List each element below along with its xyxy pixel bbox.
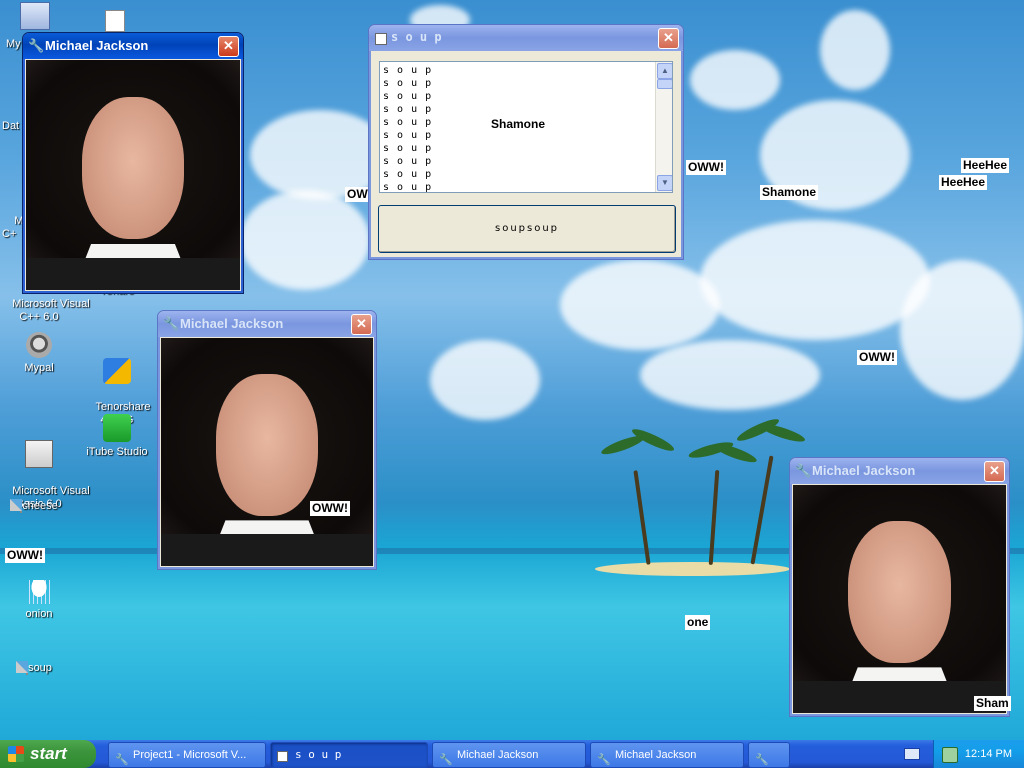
- form-icon: [375, 33, 387, 45]
- titlebar[interactable]: 🔧 Michael Jackson ✕: [23, 33, 243, 59]
- photo: [793, 485, 1006, 713]
- window-title: Michael Jackson: [812, 463, 916, 478]
- oww-label[interactable]: OWW!: [686, 160, 726, 175]
- taskbar-item-michael-jackson-2[interactable]: 🔧 Michael Jackson: [590, 742, 744, 768]
- oww-label[interactable]: OWW!: [310, 501, 350, 516]
- one-label[interactable]: one: [685, 615, 711, 630]
- taskbar-item-michael-jackson-3[interactable]: 🔧: [748, 742, 790, 768]
- vb-icon: [25, 440, 53, 468]
- vb-form-icon: 🔧: [163, 316, 180, 331]
- taskbar-item-soup[interactable]: s o u p: [270, 742, 428, 768]
- window-michael-jackson-2[interactable]: 🔧 Michael Jackson ✕ OWW!: [157, 310, 377, 570]
- desktop-icon-micro[interactable]: Micro C+: [2, 202, 41, 254]
- listbox-scrollbar[interactable]: ▲ ▼: [655, 62, 672, 192]
- close-button[interactable]: ✕: [351, 314, 372, 335]
- window-soup[interactable]: s o u p ✕ s o u p s o u p s o u p s o u …: [368, 24, 684, 260]
- document-icon: [26, 661, 29, 675]
- titlebar[interactable]: 🔧 Michael Jackson ✕: [158, 311, 376, 337]
- document-icon: [105, 10, 125, 32]
- heehee-label[interactable]: HeeHee: [939, 175, 988, 190]
- form-icon: [277, 751, 288, 762]
- vb-form-icon: 🔧: [28, 38, 45, 53]
- clock[interactable]: 12:14 PM: [965, 740, 1012, 768]
- list-item[interactable]: s o u p: [383, 77, 432, 90]
- list-item[interactable]: s o u p: [383, 64, 432, 77]
- window-title: s o u p: [391, 30, 442, 44]
- start-button[interactable]: start: [0, 740, 96, 768]
- desktop-icon-mypal[interactable]: Mypal: [2, 332, 76, 375]
- oww-label[interactable]: OWW!: [5, 548, 45, 563]
- desktop-icon-soup[interactable]: soup: [2, 661, 76, 675]
- vb-form-icon: 🔧: [597, 754, 611, 766]
- raccoon-icon: [26, 332, 52, 358]
- soupsoup-button[interactable]: soupsoup: [378, 205, 676, 253]
- scroll-thumb[interactable]: [657, 79, 672, 89]
- heehee-label[interactable]: HeeHee: [961, 158, 1010, 173]
- desktop-icon-itube[interactable]: iTube Studio: [80, 414, 154, 459]
- island: [595, 562, 790, 576]
- desktop-icon-cheese[interactable]: cheese: [2, 499, 76, 513]
- vb-form-icon: 🔧: [755, 754, 769, 766]
- shamone-label[interactable]: Shamone: [760, 185, 819, 200]
- window-title: Michael Jackson: [45, 38, 149, 53]
- taskbar: start 🔧 Project1 - Microsoft V... s o u …: [0, 740, 1024, 768]
- taskbar-item-michael-jackson-1[interactable]: 🔧 Michael Jackson: [432, 742, 586, 768]
- titlebar[interactable]: 🔧 Michael Jackson ✕: [790, 458, 1009, 484]
- list-item[interactable]: s o u p: [383, 168, 432, 181]
- list-item[interactable]: s o u p: [383, 129, 432, 142]
- vb-form-icon: 🔧: [439, 754, 453, 766]
- list-item[interactable]: s o u p: [383, 116, 432, 129]
- taskbar-item-project1[interactable]: 🔧 Project1 - Microsoft V...: [108, 742, 266, 768]
- desktop-icon-folder[interactable]: [90, 2, 140, 32]
- desktop-icon-dat[interactable]: Dat: [2, 120, 24, 133]
- vb-icon: 🔧: [115, 754, 129, 766]
- window-michael-jackson-3[interactable]: 🔧 Michael Jackson ✕ Sham: [789, 457, 1011, 717]
- scroll-up-icon[interactable]: ▲: [657, 63, 672, 79]
- list-item[interactable]: s o u p: [383, 90, 432, 103]
- list-item[interactable]: s o u p: [383, 155, 432, 168]
- tenorshare-icon: [103, 358, 131, 384]
- list-item[interactable]: s o u p: [383, 103, 432, 116]
- close-button[interactable]: ✕: [984, 461, 1005, 482]
- system-tray: 12:14 PM: [933, 740, 1024, 768]
- keyboard-icon[interactable]: [904, 748, 920, 760]
- list-item[interactable]: s o u p: [383, 181, 432, 192]
- oww-label[interactable]: OWW!: [857, 350, 897, 365]
- computer-icon: [20, 2, 50, 30]
- network-icon[interactable]: [942, 747, 958, 763]
- close-button[interactable]: ✕: [658, 28, 679, 49]
- list-item[interactable]: s o u p: [383, 142, 432, 155]
- window-title: Michael Jackson: [180, 316, 284, 331]
- download-icon: [103, 414, 131, 442]
- list-items: s o u p s o u p s o u p s o u p s o u p …: [383, 64, 432, 192]
- desktop-icon-onion[interactable]: onion: [2, 580, 76, 621]
- vb-form-icon: 🔧: [795, 463, 812, 478]
- titlebar[interactable]: s o u p ✕: [369, 25, 683, 51]
- windows-flag-icon: [8, 746, 24, 762]
- rain-cloud-icon: [26, 580, 52, 604]
- close-button[interactable]: ✕: [218, 36, 239, 57]
- document-icon: [20, 499, 23, 513]
- window-michael-jackson-1[interactable]: 🔧 Michael Jackson ✕: [22, 32, 244, 294]
- scroll-down-icon[interactable]: ▼: [657, 175, 672, 191]
- shamone-label: Shamone: [491, 117, 546, 131]
- sham-label[interactable]: Sham: [974, 696, 1011, 711]
- photo: [26, 60, 240, 290]
- photo: [161, 338, 373, 566]
